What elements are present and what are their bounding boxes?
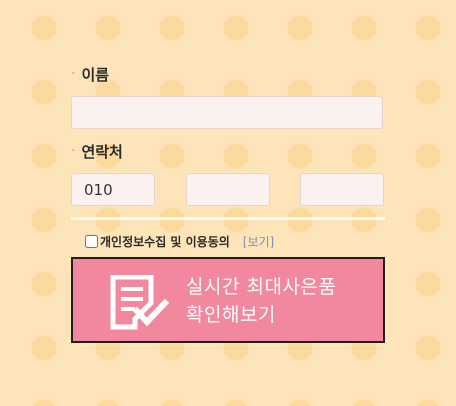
view-terms-link[interactable]: [보기]	[243, 233, 274, 250]
phone-prefix-input[interactable]	[71, 173, 155, 206]
submit-line-1: 실시간 최대사은품	[186, 276, 337, 298]
name-input[interactable]	[71, 96, 383, 129]
consent-label: 개인정보수집 및 이용동의	[100, 234, 230, 249]
phone-middle-input[interactable]	[186, 173, 270, 206]
submit-button-text: 실시간 최대사은품 확인해보기	[186, 273, 336, 329]
consent-row: 개인정보수집 및 이용동의 [보기]	[85, 231, 385, 251]
submit-button[interactable]: 실시간 최대사은품 확인해보기	[71, 257, 385, 343]
name-label-bullet: ·	[71, 66, 76, 82]
contact-label-text: 연락처	[81, 142, 123, 161]
name-label: · 이름	[71, 62, 385, 86]
contact-label-bullet: ·	[71, 143, 76, 159]
page: { "form": { "name": { "bullet": "·", "la…	[0, 0, 456, 406]
contact-label: · 연락처	[71, 139, 385, 163]
submit-line-2: 확인해보기	[186, 304, 276, 326]
divider	[71, 217, 385, 220]
name-label-text: 이름	[81, 65, 110, 84]
consent-checkbox[interactable]	[85, 234, 98, 248]
application-form: · 이름 · 연락처 개인정보수집 및 이용동의 [보기]	[71, 62, 385, 251]
phone-last-input[interactable]	[300, 173, 384, 206]
phone-input-row	[71, 173, 385, 207]
document-check-icon	[109, 274, 173, 331]
